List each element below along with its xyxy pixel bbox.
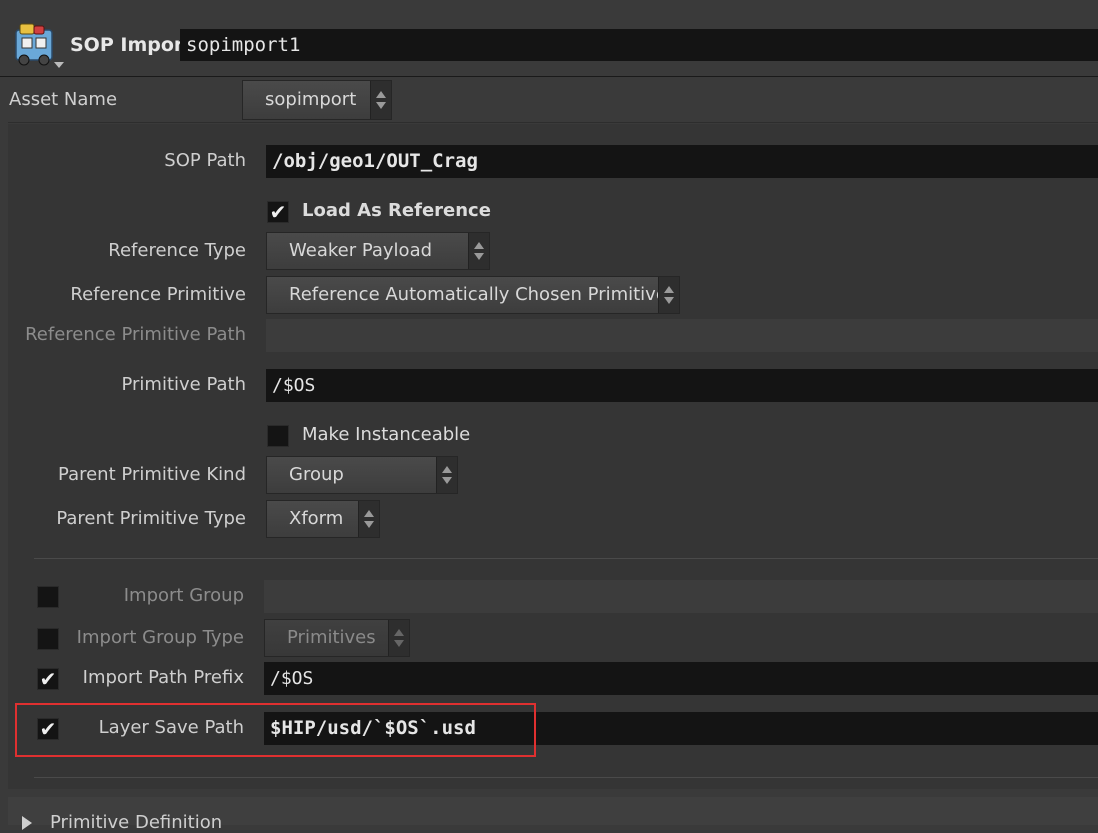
reference-primitive-value: Reference Automatically Chosen Primitive <box>289 284 667 305</box>
parent-primitive-type-value: Xform <box>289 508 344 529</box>
sop-import-node-icon[interactable] <box>12 20 64 70</box>
asset-name-label: Asset Name <box>9 89 118 110</box>
reference-type-dropdown[interactable]: Weaker Payload <box>266 232 490 270</box>
import-group-type-enable-checkbox[interactable] <box>37 628 59 650</box>
node-name-field[interactable]: sopimport1 <box>180 29 1098 61</box>
dropdown-arrows-icon <box>658 277 679 313</box>
import-group-field[interactable] <box>264 580 1098 613</box>
load-as-reference-label: Load As Reference <box>302 200 491 221</box>
reference-type-value: Weaker Payload <box>289 240 433 261</box>
reference-primitive-path-label: Reference Primitive Path <box>25 324 246 345</box>
dropdown-arrows-icon <box>358 501 379 537</box>
parent-primitive-type-dropdown[interactable]: Xform <box>266 500 380 538</box>
dropdown-arrows-icon <box>436 457 457 493</box>
parent-primitive-type-label: Parent Primitive Type <box>56 508 246 529</box>
make-instanceable-label: Make Instanceable <box>302 424 471 445</box>
asset-name-dropdown[interactable]: sopimport <box>242 80 392 120</box>
import-path-prefix-enable-checkbox[interactable]: ✔ <box>37 668 59 690</box>
make-instanceable-checkbox[interactable] <box>267 425 289 447</box>
sop-path-label: SOP Path <box>164 150 246 171</box>
import-group-type-label: Import Group Type <box>76 627 244 648</box>
import-group-type-dropdown[interactable]: Primitives <box>264 619 410 657</box>
dropdown-arrows-icon <box>370 81 391 119</box>
reference-primitive-dropdown[interactable]: Reference Automatically Chosen Primitive <box>266 276 680 314</box>
reference-primitive-label: Reference Primitive <box>70 284 246 305</box>
node-type-label: SOP Import <box>70 34 193 56</box>
separator <box>34 777 1098 778</box>
primitive-path-label: Primitive Path <box>121 374 246 395</box>
load-as-reference-checkbox[interactable]: ✔ <box>267 201 289 223</box>
asset-name-value: sopimport <box>265 89 357 110</box>
separator <box>34 558 1098 559</box>
parent-primitive-kind-dropdown[interactable]: Group <box>266 456 458 494</box>
sop-path-field[interactable]: /obj/geo1/OUT_Crag <box>266 145 1098 178</box>
import-group-type-value: Primitives <box>287 627 376 648</box>
parent-primitive-kind-value: Group <box>289 464 344 485</box>
import-path-prefix-field[interactable]: /$OS <box>264 662 1098 695</box>
dropdown-arrows-icon <box>388 620 409 656</box>
expand-triangle-icon[interactable] <box>22 816 32 830</box>
import-path-prefix-label: Import Path Prefix <box>82 667 244 688</box>
dropdown-arrows-icon <box>468 233 489 269</box>
primitive-definition-label[interactable]: Primitive Definition <box>50 812 222 833</box>
primitive-path-field[interactable]: /$OS <box>266 369 1098 402</box>
reference-type-label: Reference Type <box>108 240 246 261</box>
reference-primitive-path-field[interactable] <box>266 319 1098 352</box>
highlight-annotation <box>15 703 536 757</box>
import-group-enable-checkbox[interactable] <box>37 586 59 608</box>
import-group-label: Import Group <box>123 585 244 606</box>
parent-primitive-kind-label: Parent Primitive Kind <box>58 464 246 485</box>
asset-name-row <box>8 78 1098 123</box>
